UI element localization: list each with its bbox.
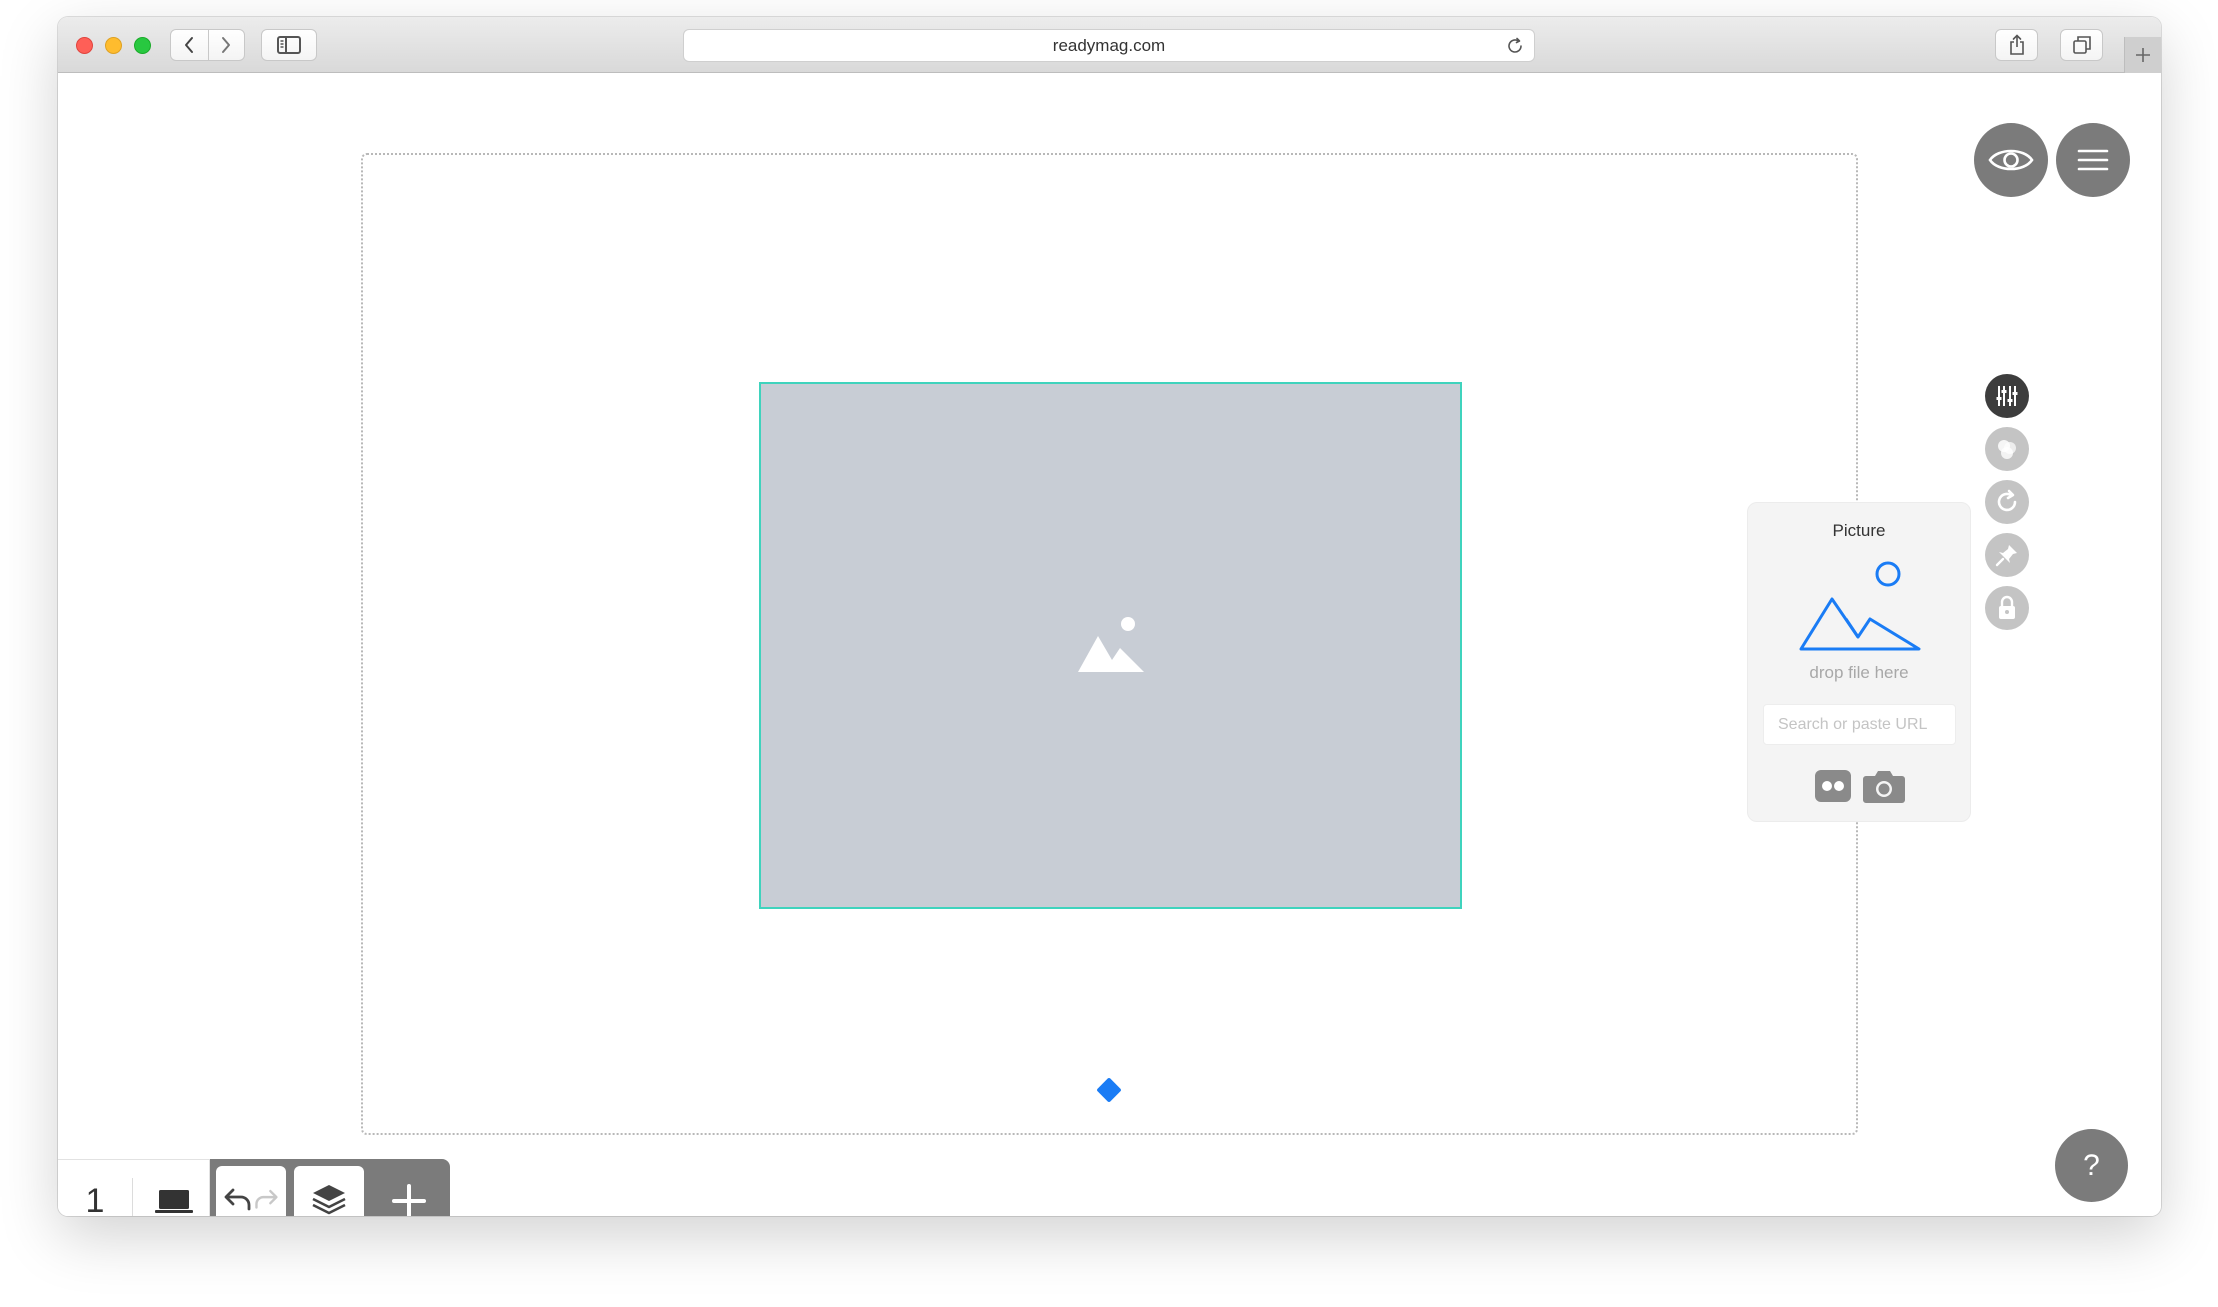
layers-icon bbox=[312, 1185, 346, 1215]
laptop-icon bbox=[155, 1189, 193, 1213]
lock-icon bbox=[1999, 595, 2015, 619]
minimize-window-button[interactable] bbox=[105, 37, 122, 54]
picture-placeholder[interactable] bbox=[759, 382, 1462, 909]
address-bar[interactable]: readymag.com bbox=[683, 29, 1535, 62]
show-tabs-button[interactable] bbox=[2060, 29, 2103, 61]
flickr-source-button[interactable] bbox=[1814, 769, 1852, 803]
divider bbox=[132, 1178, 133, 1216]
undo-redo-controls bbox=[216, 1166, 286, 1216]
eye-icon bbox=[1988, 149, 2034, 171]
effects-icon bbox=[1998, 440, 2016, 459]
forward-button[interactable] bbox=[207, 30, 245, 60]
reload-button[interactable] bbox=[1506, 37, 1524, 60]
undo-button[interactable] bbox=[223, 1185, 253, 1216]
image-placeholder-icon bbox=[1077, 616, 1144, 672]
back-button[interactable] bbox=[171, 30, 208, 60]
add-widget-button[interactable] bbox=[374, 1159, 444, 1216]
panel-title: Picture bbox=[1832, 521, 1886, 540]
redo-icon bbox=[255, 1189, 278, 1209]
drop-file-hint: drop file here bbox=[1809, 663, 1909, 682]
sidebar-icon bbox=[277, 36, 301, 54]
chevron-left-icon bbox=[185, 37, 194, 53]
plus-icon bbox=[2136, 48, 2150, 62]
reload-icon bbox=[1508, 37, 1522, 53]
title-bar: readymag.com bbox=[58, 17, 2161, 73]
main-menu-button[interactable] bbox=[2056, 123, 2130, 197]
camera-icon bbox=[1863, 771, 1905, 803]
hamburger-menu-icon bbox=[2077, 149, 2109, 171]
editing-tools bbox=[210, 1159, 450, 1216]
help-label: ? bbox=[2083, 1148, 2100, 1182]
image-url-input[interactable] bbox=[1763, 704, 1956, 745]
url-text: readymag.com bbox=[1052, 35, 1166, 55]
flickr-icon bbox=[1815, 770, 1851, 802]
device-view-button[interactable] bbox=[144, 1160, 204, 1216]
rotate-icon bbox=[1997, 489, 2017, 512]
close-window-button[interactable] bbox=[76, 37, 93, 54]
new-tab-button[interactable] bbox=[2124, 37, 2161, 73]
camera-source-button[interactable] bbox=[1862, 767, 1906, 805]
zoom-window-button[interactable] bbox=[134, 37, 151, 54]
rotate-tool-button[interactable] bbox=[1985, 480, 2029, 524]
mountain-picture-icon bbox=[1799, 561, 1921, 651]
picture-panel: Picture drop file here bbox=[1747, 502, 1971, 822]
navigation-buttons bbox=[170, 29, 245, 61]
settings-sliders-icon bbox=[1996, 386, 2018, 406]
pin-icon bbox=[1995, 545, 2017, 567]
pin-tool-button[interactable] bbox=[1985, 533, 2029, 577]
preview-button[interactable] bbox=[1974, 123, 2048, 197]
page-number[interactable]: 1 bbox=[58, 1160, 132, 1216]
drop-zone[interactable] bbox=[1798, 561, 1922, 658]
chevron-right-icon bbox=[222, 37, 231, 53]
page-controls: 1 bbox=[58, 1159, 210, 1216]
share-button[interactable] bbox=[1995, 29, 2038, 61]
undo-icon bbox=[224, 1188, 251, 1210]
redo-button[interactable] bbox=[253, 1185, 279, 1216]
browser-window: readymag.com Picture drop file here Sear… bbox=[58, 17, 2161, 1216]
sidebar-toggle-button[interactable] bbox=[261, 29, 317, 61]
editor-canvas: Picture drop file here Search or paste U… bbox=[58, 73, 2161, 1216]
layers-button[interactable] bbox=[294, 1166, 364, 1216]
help-button[interactable]: ? bbox=[2055, 1129, 2128, 1202]
settings-tool-button[interactable] bbox=[1985, 374, 2029, 418]
lock-tool-button[interactable] bbox=[1985, 586, 2029, 630]
tabs-icon bbox=[2072, 36, 2091, 54]
effects-tool-button[interactable] bbox=[1985, 427, 2029, 471]
share-icon bbox=[2009, 34, 2024, 55]
plus-icon bbox=[392, 1183, 426, 1216]
